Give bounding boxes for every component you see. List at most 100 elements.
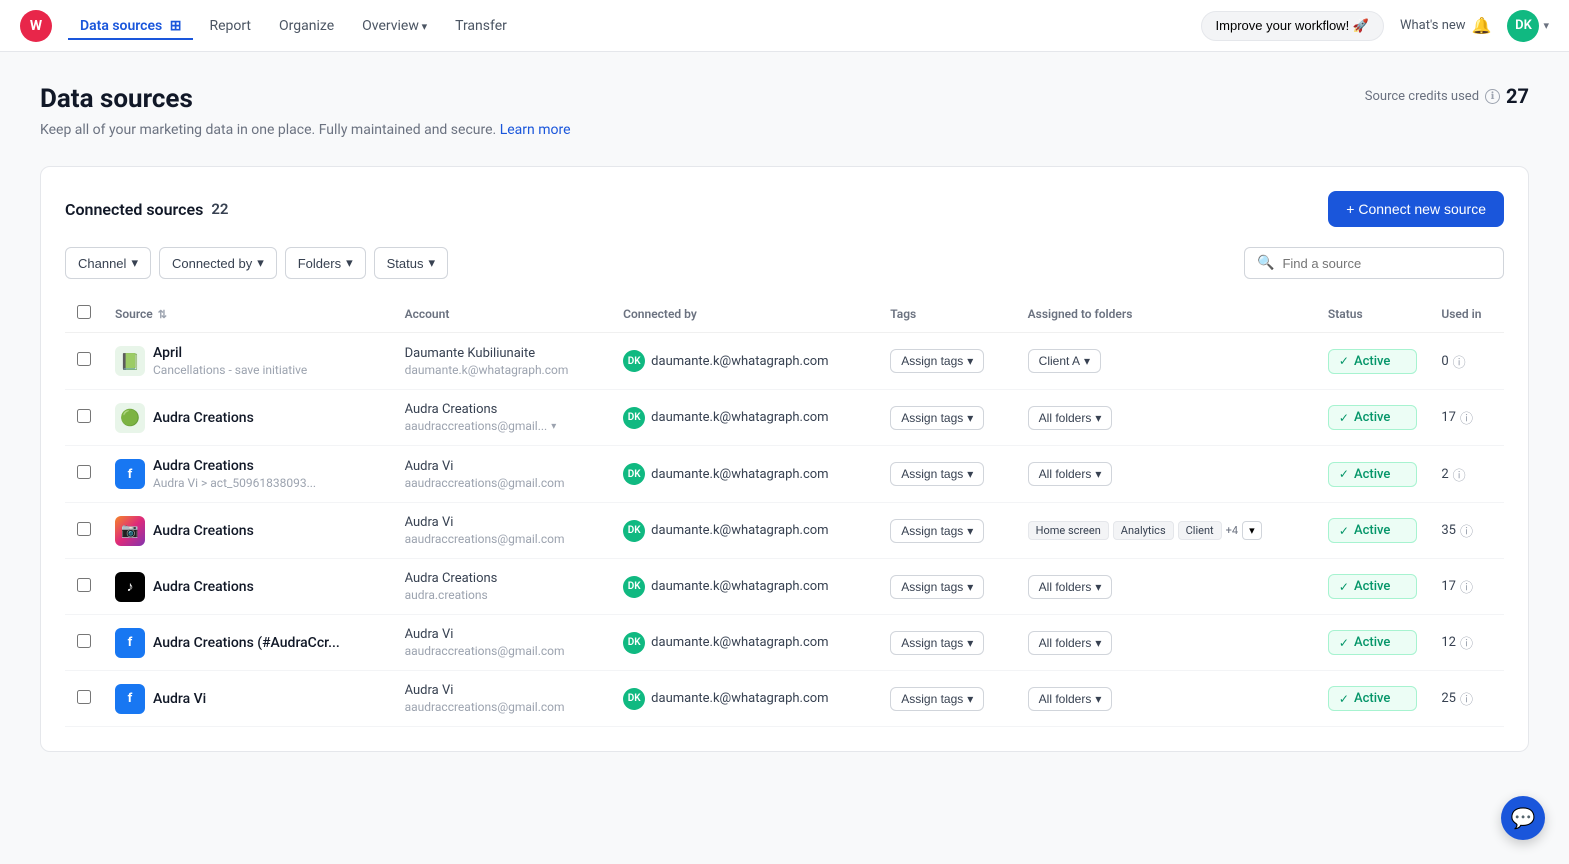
account-cell: Audra Creations audra.creations [393, 559, 612, 615]
status-text: Active [1354, 410, 1390, 425]
account-cell: Audra Vi aaudraccreations@gmail.com [393, 503, 612, 559]
sort-icon[interactable]: ⇅ [158, 308, 167, 321]
tags-cell: Assign tags ▾ [878, 671, 1015, 727]
chat-bubble-button[interactable]: 💬 [1501, 796, 1545, 840]
status-filter[interactable]: Status ▾ [374, 247, 448, 279]
folder-button[interactable]: All folders ▾ [1028, 406, 1113, 430]
status-badge: ✓ Active [1328, 518, 1417, 543]
assign-tags-button[interactable]: Assign tags ▾ [890, 575, 984, 599]
check-icon: ✓ [1339, 411, 1349, 425]
used-in-info-icon[interactable]: ⓘ [1460, 689, 1473, 708]
used-in-info-icon[interactable]: ⓘ [1460, 408, 1473, 427]
check-icon: ✓ [1339, 580, 1349, 594]
credits-count: 27 [1506, 84, 1529, 108]
assign-tags-button[interactable]: Assign tags ▾ [890, 406, 984, 430]
assign-tags-button[interactable]: Assign tags ▾ [890, 462, 984, 486]
account-name: Audra Vi [405, 459, 600, 474]
account-name: Audra Creations [405, 402, 600, 417]
source-cell: 📗 April Cancellations - save initiative [103, 333, 393, 390]
row-checkbox[interactable] [77, 465, 91, 479]
row-checkbox[interactable] [77, 409, 91, 423]
assign-tags-button[interactable]: Assign tags ▾ [890, 349, 984, 373]
folder-dropdown-button[interactable]: ▾ [1242, 521, 1262, 540]
nav-organize[interactable]: Organize [267, 12, 346, 40]
row-checkbox[interactable] [77, 352, 91, 366]
used-in-info-icon[interactable]: ⓘ [1460, 521, 1473, 540]
connected-by-cell: DK daumante.k@whatagraph.com [611, 446, 878, 503]
connected-by-filter[interactable]: Connected by ▾ [159, 247, 277, 279]
improve-workflow-button[interactable]: Improve your workflow! 🚀 [1201, 11, 1384, 41]
status-header: Status [1316, 295, 1429, 333]
folder-button[interactable]: All folders ▾ [1028, 575, 1113, 599]
source-cell: 🟢 Audra Creations [103, 390, 393, 446]
folders-cell: All folders ▾ [1016, 671, 1316, 727]
folders-filter[interactable]: Folders ▾ [285, 247, 366, 279]
learn-more-link[interactable]: Learn more [500, 122, 571, 138]
whats-new-section[interactable]: What's new 🔔 [1388, 10, 1503, 41]
nav-transfer[interactable]: Transfer [443, 12, 519, 40]
nav-data-sources[interactable]: Data sources ⊞ [68, 12, 193, 40]
used-in-info-icon[interactable]: ⓘ [1453, 352, 1466, 371]
connected-by-email: daumante.k@whatagraph.com [651, 523, 828, 538]
row-checkbox[interactable] [77, 578, 91, 592]
source-subtitle: Audra Vi > act_50961838093... [153, 476, 316, 490]
tags-cell: Assign tags ▾ [878, 503, 1015, 559]
chevron-down-icon: ▾ [967, 524, 973, 538]
search-input[interactable] [1282, 256, 1482, 271]
connected-by-cell: DK daumante.k@whatagraph.com [611, 503, 878, 559]
assign-tags-button[interactable]: Assign tags ▾ [890, 687, 984, 711]
folder-button[interactable]: All folders ▾ [1028, 687, 1113, 711]
used-in-info-icon[interactable]: ⓘ [1453, 465, 1466, 484]
tags-cell: Assign tags ▾ [878, 446, 1015, 503]
row-checkbox[interactable] [77, 634, 91, 648]
used-in-info-icon[interactable]: ⓘ [1460, 577, 1473, 596]
used-in-count: 17 [1441, 579, 1456, 594]
connect-new-source-button[interactable]: + Connect new source [1328, 191, 1504, 227]
check-icon: ✓ [1339, 692, 1349, 706]
tags-cell: Assign tags ▾ [878, 390, 1015, 446]
nav-overview[interactable]: Overview [350, 12, 439, 40]
source-cell: 📷 Audra Creations [103, 503, 393, 559]
folder-button[interactable]: All folders ▾ [1028, 462, 1113, 486]
source-cell: f Audra Creations (#AudraCcr... [103, 615, 393, 671]
account-name: Audra Creations [405, 571, 600, 586]
used-in-info-icon[interactable]: ⓘ [1460, 633, 1473, 652]
connected-by-email: daumante.k@whatagraph.com [651, 691, 828, 706]
nav-report[interactable]: Report [197, 12, 263, 40]
channel-filter[interactable]: Channel ▾ [65, 247, 151, 279]
credits-info-icon[interactable]: ℹ [1485, 89, 1500, 104]
assign-tags-button[interactable]: Assign tags ▾ [890, 631, 984, 655]
row-checkbox[interactable] [77, 522, 91, 536]
connected-by-avatar: DK [623, 350, 645, 372]
search-icon: 🔍 [1257, 255, 1274, 271]
avatar: DK [1507, 10, 1539, 42]
source-name: Audra Vi [153, 691, 206, 707]
account-email: aaudraccreations@gmail... [405, 419, 548, 433]
connected-by-avatar: DK [623, 632, 645, 654]
main-content: Data sources Keep all of your marketing … [0, 52, 1569, 784]
assign-tags-button[interactable]: Assign tags ▾ [890, 519, 984, 543]
source-cell: ♪ Audra Creations [103, 559, 393, 615]
check-icon: ✓ [1339, 354, 1349, 368]
folders-label: Folders [298, 256, 341, 271]
user-avatar-wrapper[interactable]: DK ▾ [1507, 10, 1549, 42]
connected-by-cell: DK daumante.k@whatagraph.com [611, 559, 878, 615]
select-all-checkbox[interactable] [77, 305, 91, 319]
chevron-down-icon: ▾ [967, 636, 973, 650]
status-cell: ✓ Active [1316, 559, 1429, 615]
source-subtitle: Cancellations - save initiative [153, 363, 307, 377]
used-in-count: 17 [1441, 410, 1456, 425]
source-header: Source ⇅ [103, 295, 393, 333]
page-title: Data sources [40, 84, 571, 114]
source-name: Audra Creations [153, 579, 254, 595]
row-checkbox[interactable] [77, 690, 91, 704]
folders-cell: Home screenAnalyticsClient +4 ▾ [1016, 503, 1316, 559]
status-text: Active [1354, 354, 1390, 369]
grid-icon: ⊞ [170, 18, 182, 34]
status-cell: ✓ Active [1316, 671, 1429, 727]
folder-button[interactable]: All folders ▾ [1028, 631, 1113, 655]
status-badge: ✓ Active [1328, 686, 1417, 711]
folder-button[interactable]: Client A ▾ [1028, 349, 1101, 373]
chevron-down-icon: ▾ [967, 580, 973, 594]
used-in-cell: 17 ⓘ [1429, 390, 1504, 446]
